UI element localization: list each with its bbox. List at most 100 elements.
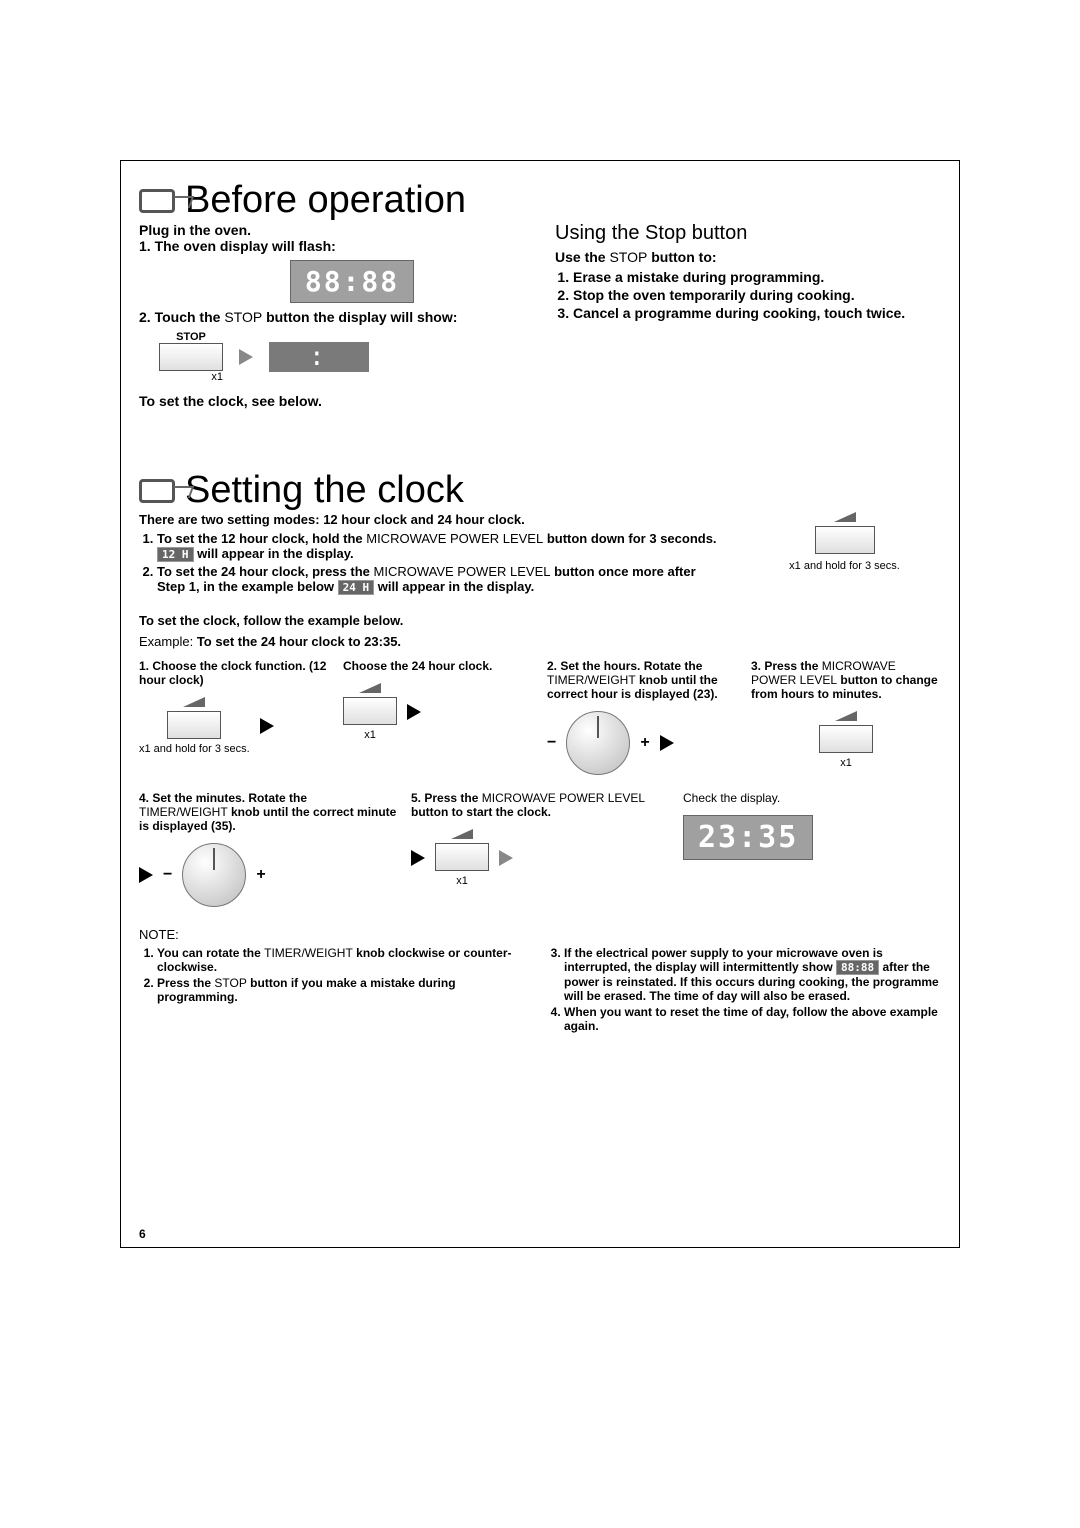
n3a: If the electrical power supply to your m…	[564, 946, 883, 974]
stop-button-rect-icon	[159, 343, 223, 371]
follow-example: To set the clock, follow the example bel…	[139, 613, 941, 628]
n1a: You can rotate the	[157, 946, 264, 960]
arrow-icon	[239, 349, 253, 365]
s3num: 3.	[751, 659, 761, 673]
step-3: 3. Press the MICROWAVE POWER LEVEL butto…	[751, 659, 941, 769]
n4a: When you want to reset the time of day, …	[564, 1005, 938, 1033]
stop-use-1: Erase a mistake during programming.	[573, 269, 941, 285]
s2a: Set the hours.	[560, 659, 640, 673]
chip-24h: 24 H	[338, 580, 375, 595]
step1-text: 1. The oven display will flash:	[139, 238, 525, 254]
colon-display: :	[269, 342, 325, 372]
mode-24h: To set the 24 hour clock, press the MICR…	[157, 564, 718, 595]
s1title: Choose the clock function. (12 hour cloc…	[139, 659, 326, 687]
triangle-icon	[835, 711, 857, 721]
right-hint: x1 and hold for 3 secs.	[748, 560, 941, 572]
stop-label: STOP	[159, 331, 223, 343]
s4visual: − +	[139, 843, 397, 907]
m1b: button down for 3 seconds.	[543, 531, 716, 546]
setting-clock-heading: Setting the clock	[139, 469, 941, 512]
note-4: When you want to reset the time of day, …	[564, 1005, 941, 1033]
check-title: Check the display.	[683, 791, 780, 805]
step1-body: The oven display will flash:	[155, 238, 336, 254]
m2a: To set the 24 hour clock, press the	[157, 564, 374, 579]
n2n: STOP	[214, 976, 246, 990]
s1bvisual: x1	[343, 683, 533, 741]
s3caption: x1	[840, 757, 852, 769]
stop-use-2: Stop the oven temporarily during cooking…	[573, 287, 941, 303]
timer-knob-icon	[566, 711, 630, 775]
note-1: You can rotate the TIMER/WEIGHT knob clo…	[157, 946, 534, 974]
check-visual: 23:35	[683, 815, 941, 860]
s1bcaption: x1	[364, 729, 376, 741]
steps-row-2: 4. Set the minutes. Rotate the TIMER/WEI…	[139, 791, 941, 907]
power-level-btn-icon	[748, 512, 941, 554]
chip-12h: 12 H	[157, 547, 194, 562]
note-2: Press the STOP button if you make a mist…	[157, 976, 534, 1004]
example-text: To set the 24 hour clock to 23:35.	[197, 634, 401, 649]
s1btitle: Choose the 24 hour clock.	[343, 659, 492, 673]
stop-times: x1	[159, 371, 223, 383]
s1caption: x1 and hold for 3 secs.	[139, 743, 250, 755]
step2b: button the display will show:	[262, 309, 457, 325]
display-flash-box: 88:88	[179, 260, 525, 303]
s2b: Rotate the	[644, 659, 703, 673]
step2a: Touch the	[155, 309, 225, 325]
plus-icon: +	[640, 734, 649, 752]
s4a: Set the minutes. Rotate the	[152, 791, 307, 805]
triangle-icon	[183, 697, 205, 707]
steps-row-1: 1. Choose the clock function. (12 hour c…	[139, 659, 941, 775]
s5a: Press the	[424, 791, 481, 805]
step-5: 5. Press the MICROWAVE POWER LEVEL butto…	[411, 791, 669, 887]
plus-icon: +	[256, 866, 265, 884]
use-stop-lead-b: button to:	[647, 249, 716, 265]
mode-text: There are two setting modes: 12 hour clo…	[139, 512, 718, 599]
button-rect-icon	[435, 843, 489, 871]
s4num: 4.	[139, 791, 149, 805]
s5n: MICROWAVE POWER LEVEL	[482, 791, 645, 805]
note-label: NOTE:	[139, 927, 941, 942]
arrow-icon	[411, 850, 425, 866]
step-1: 1. Choose the clock function. (12 hour c…	[139, 659, 329, 755]
button-rect-icon	[819, 725, 873, 753]
n1n: TIMER/WEIGHT	[264, 946, 353, 960]
use-stop-btn: STOP	[609, 249, 647, 265]
step1-num: 1.	[139, 238, 155, 254]
example-label: Example:	[139, 634, 193, 649]
oven-display-result: 23:35	[683, 815, 813, 860]
arrow-icon	[407, 704, 421, 720]
manual-page: Before operation Plug in the oven. 1. Th…	[120, 160, 960, 1248]
blank-display-icon: :	[269, 342, 369, 372]
button-rect-icon	[815, 526, 875, 554]
hand-note-icon	[139, 189, 175, 213]
step-check: Check the display. 23:35	[683, 791, 941, 860]
stop-button-diagram: STOP x1	[159, 331, 223, 383]
use-stop-lead: Use the STOP button to:	[555, 249, 941, 265]
s1num: 1.	[139, 659, 149, 673]
mode-list: To set the 12 hour clock, hold the MICRO…	[157, 531, 718, 595]
power-level-btn-icon: x1	[819, 711, 873, 769]
triangle-icon	[359, 683, 381, 693]
using-stop-title: Using the Stop button	[555, 222, 941, 245]
step2-num: 2.	[139, 309, 155, 325]
s2visual: − +	[547, 711, 737, 775]
oven-display: 88:88	[290, 260, 414, 303]
triangle-icon	[451, 829, 473, 839]
power-level-btn-icon: x1 and hold for 3 secs.	[139, 697, 250, 755]
section1-right: Using the Stop button Use the STOP butto…	[555, 222, 941, 409]
stop-use-3: Cancel a programme during cooking, touch…	[573, 305, 941, 321]
intro-modes: There are two setting modes: 12 hour clo…	[139, 512, 718, 527]
oven-display-digits: 88:88	[305, 265, 399, 298]
s1visual: x1 and hold for 3 secs.	[139, 697, 329, 755]
plug-in-text: Plug in the oven.	[139, 222, 525, 238]
triangle-icon	[834, 512, 856, 522]
result-digits: 23:35	[698, 820, 798, 855]
step-4: 4. Set the minutes. Rotate the TIMER/WEI…	[139, 791, 397, 907]
s2n: TIMER/WEIGHT	[547, 673, 636, 687]
m1a: To set the 12 hour clock, hold the	[157, 531, 366, 546]
arrow-icon	[660, 735, 674, 751]
section1-columns: Plug in the oven. 1. The oven display wi…	[139, 222, 941, 409]
section-title-2: Setting the clock	[185, 469, 464, 512]
button-rect-icon	[343, 697, 397, 725]
button-rect-icon	[167, 711, 221, 739]
